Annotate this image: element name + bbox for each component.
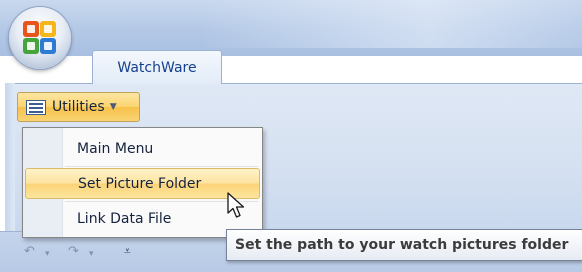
undo-dropdown-icon[interactable]: ▾ (45, 249, 50, 259)
menu-item-link-data-file[interactable]: Link Data File (25, 203, 260, 234)
office-button[interactable] (9, 7, 71, 69)
utilities-dropdown-menu: Main Menu Set Picture Folder Link Data F… (22, 127, 263, 238)
title-bar (0, 0, 582, 56)
customize-toolbar-icon[interactable]: ⩡ (124, 244, 131, 259)
undo-icon[interactable]: ↶ (24, 244, 35, 259)
menu-item-label: Link Data File (77, 210, 172, 227)
logo-inner-1 (27, 25, 35, 33)
logo-inner-3 (27, 42, 35, 50)
menu-separator (65, 166, 258, 167)
redo-icon[interactable]: ↷ (68, 244, 79, 259)
chevron-down-icon: ▼ (109, 102, 117, 112)
form-list-icon (26, 99, 46, 115)
menu-item-label: Set Picture Folder (78, 175, 202, 192)
mouse-cursor-icon (227, 192, 245, 218)
redo-dropdown-icon[interactable]: ▾ (89, 249, 94, 259)
utilities-button[interactable]: Utilities ▼ (17, 92, 140, 122)
tooltip-text: Set the path to your watch pictures fold… (235, 237, 569, 253)
logo-inner-2 (44, 25, 52, 33)
tab-watchware[interactable]: WatchWare (92, 50, 222, 84)
ribbon-group-edge (5, 83, 15, 231)
tooltip: Set the path to your watch pictures fold… (226, 229, 582, 261)
menu-item-label: Main Menu (77, 140, 154, 157)
utilities-label: Utilities (52, 99, 105, 115)
logo-inner-4 (44, 42, 52, 50)
office-logo-icon (21, 19, 59, 57)
menu-item-main-menu[interactable]: Main Menu (25, 133, 260, 164)
title-bar-glow (200, 0, 582, 48)
menu-item-set-picture-folder[interactable]: Set Picture Folder (25, 168, 260, 199)
